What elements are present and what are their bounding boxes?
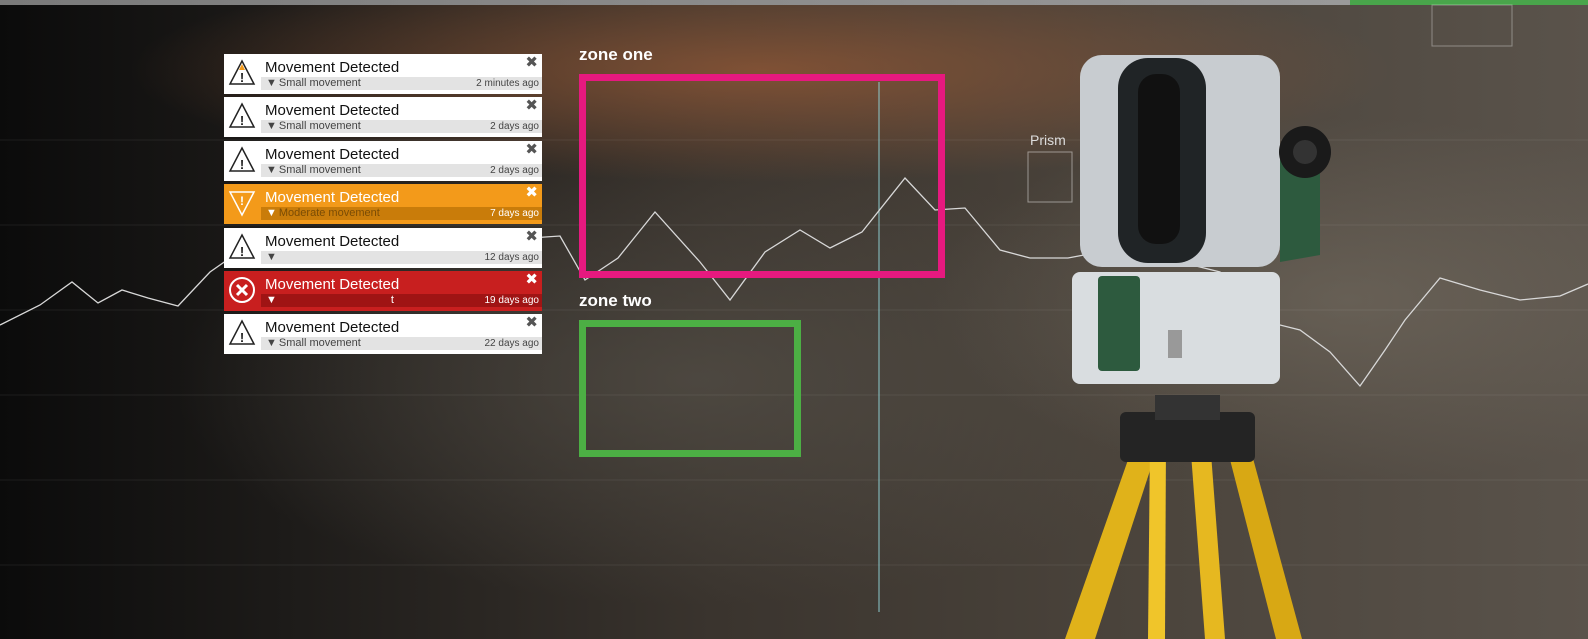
notification-title: Movement Detected (265, 319, 400, 336)
warning-triangle-icon: ! (228, 191, 256, 217)
svg-text:!: ! (240, 244, 244, 259)
warning-triangle-icon: ! (228, 146, 256, 172)
warning-triangle-icon: ! (228, 59, 256, 85)
close-icon[interactable]: ✖ (525, 55, 538, 70)
zone-two-box[interactable] (579, 320, 801, 457)
notification-age: 2 days ago (490, 165, 539, 176)
notification-age: 7 days ago (490, 208, 539, 219)
scanner-base (1072, 272, 1280, 384)
svg-text:!: ! (240, 157, 244, 172)
warning-triangle-icon: ! (228, 319, 256, 345)
expand-icon[interactable]: ▼ (266, 120, 277, 133)
notification-detail-bar[interactable]: ▼ Small movement 2 days ago (261, 120, 542, 133)
tripod (1065, 395, 1302, 639)
error-circle-icon (229, 277, 255, 303)
notification-message: Small movement (278, 337, 361, 349)
close-icon[interactable]: ✖ (525, 272, 538, 287)
notification-detail-bar[interactable]: ▼ Moderate movement 7 days ago (261, 207, 542, 220)
expand-icon[interactable]: ▼ (266, 164, 277, 177)
expand-icon[interactable]: ▼ (266, 207, 277, 220)
zone-one-box[interactable] (579, 74, 945, 278)
close-icon[interactable]: ✖ (525, 185, 538, 200)
svg-text:!: ! (240, 113, 244, 128)
scanner-head (1080, 55, 1331, 267)
notification-message: Small movement (278, 164, 361, 176)
notification-message: Moderate movement (278, 207, 380, 219)
notification-age: 12 days ago (484, 252, 540, 263)
warning-triangle-icon: ! (228, 233, 256, 259)
notification-title: Movement Detected (265, 102, 400, 119)
notification-age: 2 days ago (490, 121, 539, 132)
close-icon[interactable]: ✖ (525, 229, 538, 244)
zone-two-label: zone two (579, 291, 652, 310)
notification-detail-bar[interactable]: ▼ 12 days ago (261, 251, 542, 264)
notification-title: Movement Detected (265, 276, 400, 293)
notification-item[interactable]: ! Movement Detected ▼ Small movement 2 da… (224, 141, 542, 181)
notification-item[interactable]: ! Movement Detected ▼ Small movement 2 mi… (224, 54, 542, 94)
svg-text:!: ! (240, 70, 244, 85)
notification-title: Movement Detected (265, 146, 400, 163)
warning-triangle-icon: ! (228, 102, 256, 128)
notification-age: 22 days ago (484, 338, 540, 349)
notification-detail-bar[interactable]: ▼ t 19 days ago (261, 294, 542, 307)
notification-message: t (390, 294, 394, 306)
notification-title: Movement Detected (265, 233, 400, 250)
close-icon[interactable]: ✖ (525, 142, 538, 157)
notification-detail-bar[interactable]: ▼ Small movement 2 days ago (261, 164, 542, 177)
expand-icon[interactable]: ▼ (266, 251, 277, 264)
notification-item-warning[interactable]: ! Movement Detected ▼ Moderate movement 7… (224, 184, 542, 224)
notification-title: Movement Detected (265, 59, 400, 76)
close-icon[interactable]: ✖ (525, 98, 538, 113)
notification-age: 2 minutes ago (476, 78, 539, 89)
expand-icon[interactable]: ▼ (266, 337, 277, 350)
expand-icon[interactable]: ▼ (266, 77, 277, 90)
zone-one-label: zone one (579, 45, 653, 64)
svg-text:!: ! (240, 194, 244, 208)
notification-detail-bar[interactable]: ▼ Small movement 22 days ago (261, 337, 542, 350)
svg-text:!: ! (240, 330, 244, 345)
expand-icon[interactable]: ▼ (266, 294, 277, 307)
notification-item[interactable]: ! Movement Detected ▼ 12 days ago ✖ (224, 228, 542, 268)
close-icon[interactable]: ✖ (525, 315, 538, 330)
notification-message: Small movement (278, 120, 361, 132)
notification-item[interactable]: ! Movement Detected ▼ Small movement 2 da… (224, 97, 542, 137)
prism-label: Prism (1030, 132, 1066, 148)
notification-detail-bar[interactable]: ▼ Small movement 2 minutes ago (261, 77, 542, 90)
notification-message: Small movement (278, 77, 361, 89)
notification-item[interactable]: ! Movement Detected ▼ Small movement 22 d… (224, 314, 542, 354)
notification-item-error[interactable]: Movement Detected ▼ t 19 days ago ✖ (224, 271, 542, 311)
notification-title: Movement Detected (265, 189, 400, 206)
notification-age: 19 days ago (484, 295, 540, 306)
